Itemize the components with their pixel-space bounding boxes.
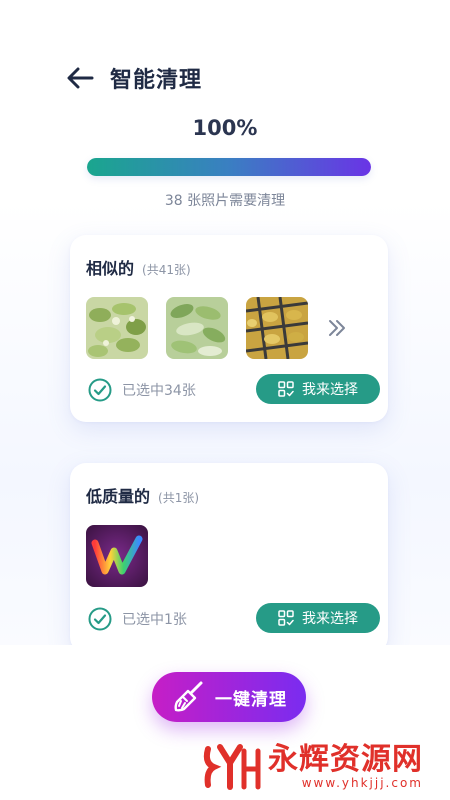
choose-manually-button[interactable]: 我来选择 <box>256 603 380 633</box>
select-grid-icon <box>278 381 294 397</box>
photo-thumbnail[interactable] <box>246 297 308 359</box>
progress-bar <box>87 158 371 176</box>
selected-status: 已选中1张 <box>88 607 187 631</box>
broom-icon <box>174 681 203 712</box>
card-header: 低质量的 (共1张) <box>86 483 199 507</box>
choose-button-label: 我来选择 <box>302 382 358 398</box>
one-click-clean-button[interactable]: 一键清理 <box>152 672 306 722</box>
card-count: (共41张) <box>142 263 191 277</box>
photo-thumbnail[interactable] <box>166 297 228 359</box>
photo-thumbnail[interactable] <box>86 297 148 359</box>
photos-to-clean-text: 38 张照片需要清理 <box>164 193 286 209</box>
status-bar <box>0 0 450 28</box>
check-circle-icon[interactable] <box>88 607 112 631</box>
card-title: 低质量的 <box>86 487 151 506</box>
watermark: 永辉资源网 www.yhkjjj.com <box>200 742 423 792</box>
progress-percent: 100% <box>192 116 258 140</box>
watermark-text: 永辉资源网 www.yhkjjj.com <box>268 742 423 791</box>
select-grid-icon <box>278 610 294 626</box>
header: 智能清理 <box>66 58 202 98</box>
selected-count: 已选中34张 <box>122 383 196 399</box>
thumbnail-strip <box>86 297 352 359</box>
selected-status: 已选中34张 <box>88 378 196 402</box>
choose-manually-button[interactable]: 我来选择 <box>256 374 380 404</box>
similar-photos-card: 相似的 (共41张) 已选中34张 我来选择 <box>70 235 388 422</box>
card-title: 相似的 <box>86 259 135 278</box>
card-header: 相似的 (共41张) <box>86 255 191 279</box>
card-count: (共1张) <box>158 491 200 505</box>
photo-thumbnail[interactable] <box>86 525 148 587</box>
low-quality-photos-card: 低质量的 (共1张) 已选中1张 我来选择 <box>70 463 388 653</box>
choose-button-label: 我来选择 <box>302 611 358 627</box>
check-circle-icon[interactable] <box>88 378 112 402</box>
clean-button-label: 一键清理 <box>215 689 287 710</box>
progress-fill <box>87 158 371 176</box>
watermark-logo-icon <box>203 744 261 790</box>
page-title: 智能清理 <box>110 68 203 93</box>
thumbnail-strip <box>86 525 166 587</box>
selected-count: 已选中1张 <box>122 612 187 628</box>
back-button[interactable] <box>66 61 100 95</box>
watermark-url: www.yhkjjj.com <box>301 776 423 790</box>
watermark-title: 永辉资源网 <box>268 742 423 777</box>
arrow-left-icon <box>67 67 94 89</box>
more-photos-icon[interactable] <box>322 313 352 343</box>
